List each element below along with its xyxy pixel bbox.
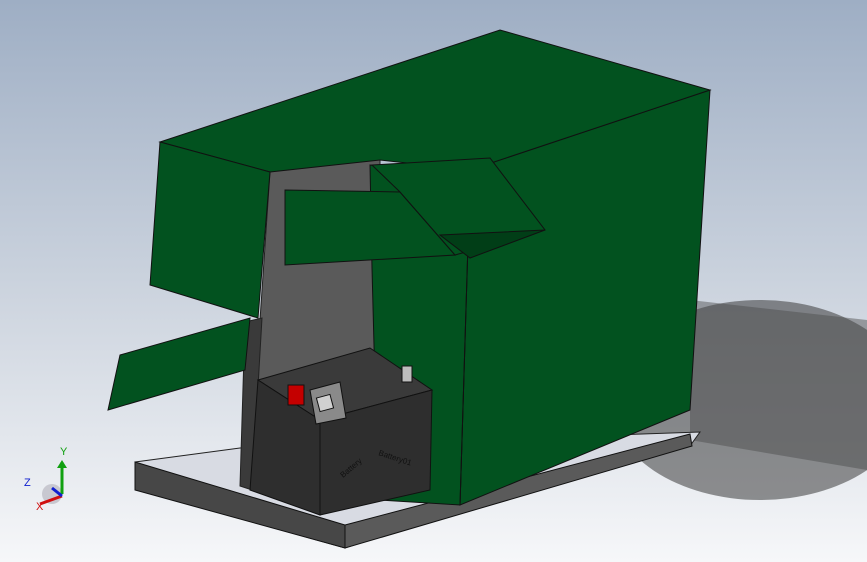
model-viewport[interactable]: Battery Battery01 Y Z X xyxy=(0,0,867,562)
housing-left-side xyxy=(149,141,271,319)
triad-x-label: X xyxy=(36,501,44,513)
lower-flap xyxy=(107,317,251,411)
battery-post-right xyxy=(401,365,413,383)
triad-y-label: Y xyxy=(60,446,68,458)
triad-z-label: Z xyxy=(24,477,31,489)
battery-terminal-red xyxy=(287,384,305,406)
orientation-triad[interactable]: Y Z X xyxy=(14,440,84,520)
triad-y-arrow-icon xyxy=(57,460,67,468)
battery-clamp-bolt xyxy=(315,393,335,413)
3d-model-scene[interactable]: Battery Battery01 xyxy=(0,0,867,562)
